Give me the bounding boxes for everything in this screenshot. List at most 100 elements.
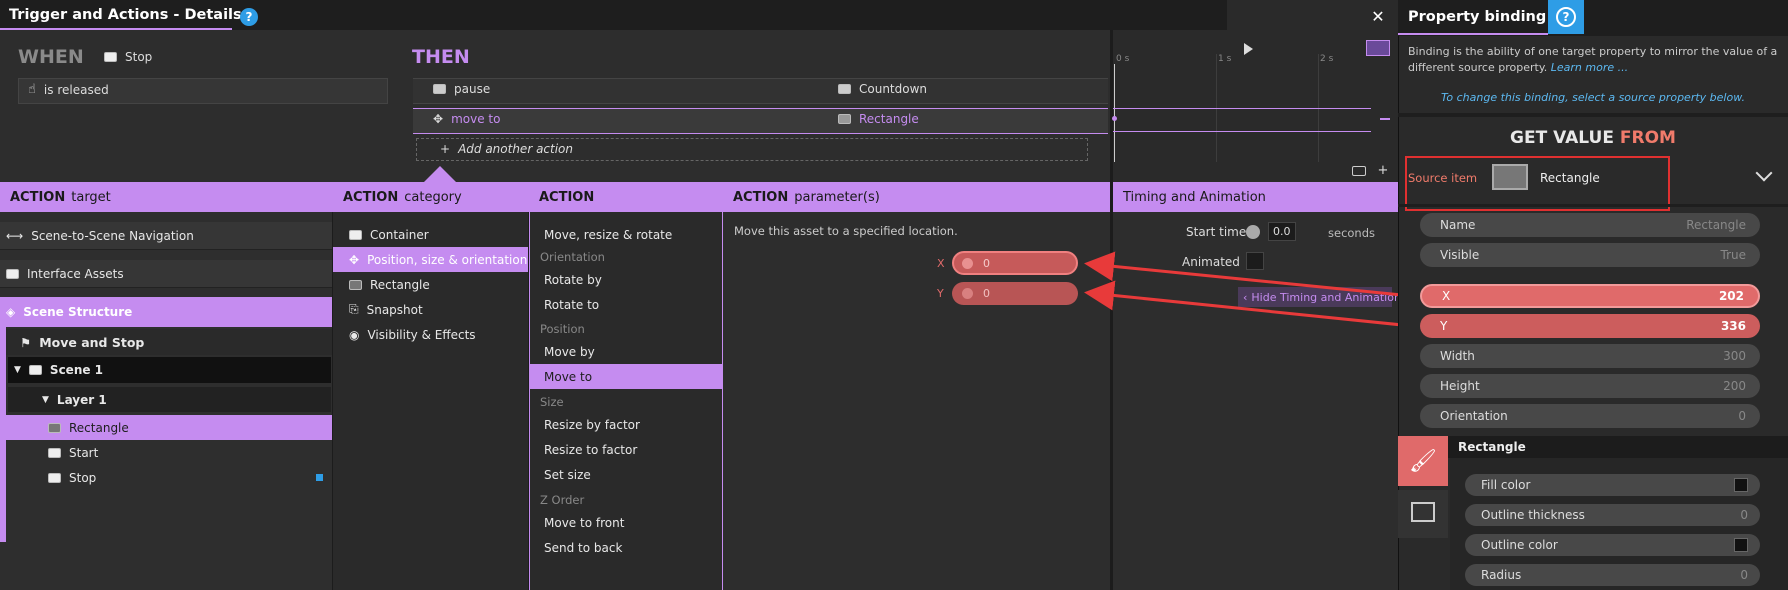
when-item[interactable]: Stop: [104, 50, 152, 64]
prop-radius[interactable]: Radius 0: [1465, 564, 1760, 586]
group-position: Position: [540, 322, 585, 336]
action-target-rectangle: Rectangle: [838, 112, 919, 126]
action-pause: pause: [433, 82, 490, 96]
prop-y[interactable]: Y 336: [1420, 314, 1760, 338]
tree-stop[interactable]: Stop: [6, 465, 332, 490]
tree-rectangle[interactable]: Rectangle: [6, 415, 332, 440]
start-time-dot[interactable]: [1246, 225, 1260, 239]
action-name-move: move to: [451, 112, 501, 126]
category-visibility[interactable]: ◉ Visibility & Effects: [333, 322, 528, 347]
action-resize-by[interactable]: Resize by factor: [530, 412, 722, 437]
action-name-pause: pause: [454, 82, 491, 96]
tree-scene-1[interactable]: ▼ Scene 1: [8, 357, 331, 383]
brush-tab[interactable]: 🖌: [1398, 436, 1448, 486]
action-move-front[interactable]: Move to front: [530, 510, 722, 535]
tree-layer-1[interactable]: ▼ Layer 1: [8, 387, 331, 412]
binding-help-button[interactable]: ?: [1548, 0, 1584, 34]
snapshot-icon: ⎘: [349, 302, 359, 316]
tree-start[interactable]: Start: [6, 440, 332, 465]
header-action-params: ACTION parameter(s): [723, 182, 1110, 212]
category-column: Container ✥ Position, size & orientation …: [333, 212, 529, 590]
target-scene-nav[interactable]: ⟷ Scene-to-Scene Navigation: [0, 222, 332, 250]
scene-icon: [28, 365, 42, 375]
action-move-to[interactable]: Move to: [530, 364, 722, 389]
action-move-by[interactable]: Move by: [530, 339, 722, 364]
action-set-size[interactable]: Set size: [530, 462, 722, 487]
timeline-view-icon[interactable]: [1366, 40, 1390, 56]
header-action: ACTION: [529, 182, 723, 212]
prop-x[interactable]: X 202: [1420, 284, 1760, 308]
timeline[interactable]: [1110, 30, 1398, 182]
help-button[interactable]: ?: [240, 8, 258, 26]
source-thumbnail: [1492, 164, 1528, 190]
move-icon: ✥: [433, 112, 444, 126]
swap-arrows-icon: ⟷: [6, 228, 24, 243]
button-icon: [48, 472, 61, 483]
prop-name[interactable]: Name Rectangle: [1420, 213, 1760, 237]
action-row-pause[interactable]: [413, 78, 1108, 104]
rectangle-icon: [48, 422, 61, 433]
action-send-back[interactable]: Send to back: [530, 535, 722, 560]
zoom-out-icon[interactable]: [1352, 166, 1366, 176]
paintbrush-icon: 🖌: [1409, 448, 1437, 474]
assets-icon: [6, 268, 19, 279]
prop-visible[interactable]: Visible True: [1420, 243, 1760, 267]
category-position[interactable]: ✥ Position, size & orientation: [333, 247, 528, 272]
action-move-resize-rotate[interactable]: Move, resize & rotate: [530, 222, 722, 247]
hide-timing-button[interactable]: ‹ Hide Timing and Animation: [1238, 287, 1401, 307]
start-time-input[interactable]: 0.0: [1268, 222, 1296, 241]
action-rotate-by[interactable]: Rotate by: [530, 267, 722, 292]
target-scene-structure[interactable]: ◈ Scene Structure: [0, 297, 332, 327]
container-icon: [349, 229, 362, 240]
keyframe-dot[interactable]: [1112, 116, 1117, 121]
close-button[interactable]: ✕: [1368, 6, 1388, 26]
binding-title-underline: [1398, 33, 1548, 35]
rectangle-icon: [838, 114, 851, 124]
action-target-label: Rectangle: [859, 112, 919, 126]
x-value: 0: [983, 256, 990, 270]
zoom-in-icon[interactable]: +: [1376, 164, 1390, 178]
help-icon: ?: [1556, 7, 1576, 27]
rect-section-header: [1398, 436, 1788, 458]
tree-move-and-stop[interactable]: ⚑ Move and Stop: [6, 329, 332, 355]
chevron-left-icon: ‹: [1243, 290, 1248, 304]
category-container[interactable]: Container: [333, 222, 528, 247]
learn-more-link[interactable]: Learn more ...: [1551, 61, 1628, 74]
action-rotate-to[interactable]: Rotate to: [530, 292, 722, 317]
header-timing: Timing and Animation: [1110, 182, 1398, 212]
prop-fill-color[interactable]: Fill color: [1465, 474, 1760, 496]
close-icon: ✕: [1371, 6, 1385, 26]
action-target-countdown: Countdown: [838, 82, 927, 96]
y-input[interactable]: 0: [952, 282, 1078, 305]
source-item-value: Rectangle: [1540, 171, 1600, 185]
category-snapshot[interactable]: ⎘ Snapshot: [333, 297, 528, 322]
action-row-move[interactable]: [413, 108, 1108, 134]
prop-outline-thickness[interactable]: Outline thickness 0: [1465, 504, 1760, 526]
button-icon: [48, 447, 61, 458]
target-interface-assets[interactable]: Interface Assets: [0, 260, 332, 288]
binding-title: Property binding: [1408, 9, 1547, 25]
tick-0: 0 s: [1116, 54, 1130, 64]
source-item-label: Source item: [1408, 171, 1478, 185]
play-icon[interactable]: [1244, 43, 1253, 55]
prop-height[interactable]: Height 200: [1420, 374, 1760, 398]
hint-separator: [1398, 113, 1788, 117]
help-icon: ?: [245, 10, 253, 24]
prop-outline-color[interactable]: Outline color: [1465, 534, 1760, 556]
get-value-heading: GET VALUE FROM: [1510, 128, 1676, 148]
flag-icon: ⚑: [20, 334, 32, 350]
start-time-label: Start time: [1186, 225, 1247, 239]
header-action-category: ACTION category: [333, 182, 529, 212]
button-icon: [104, 52, 117, 62]
prop-width[interactable]: Width 300: [1420, 344, 1760, 368]
action-move: ✥ move to: [433, 112, 500, 126]
action-resize-to[interactable]: Resize to factor: [530, 437, 722, 462]
binding-hint: To change this binding, select a source …: [1441, 91, 1745, 104]
x-input[interactable]: 0: [952, 251, 1078, 275]
category-rectangle[interactable]: Rectangle: [333, 272, 528, 297]
prop-orientation[interactable]: Orientation 0: [1420, 404, 1760, 428]
collapse-icon[interactable]: [1380, 118, 1390, 120]
move-icon: ✥: [349, 252, 360, 267]
animated-checkbox[interactable]: [1246, 252, 1264, 270]
seconds-label: seconds: [1328, 226, 1376, 240]
